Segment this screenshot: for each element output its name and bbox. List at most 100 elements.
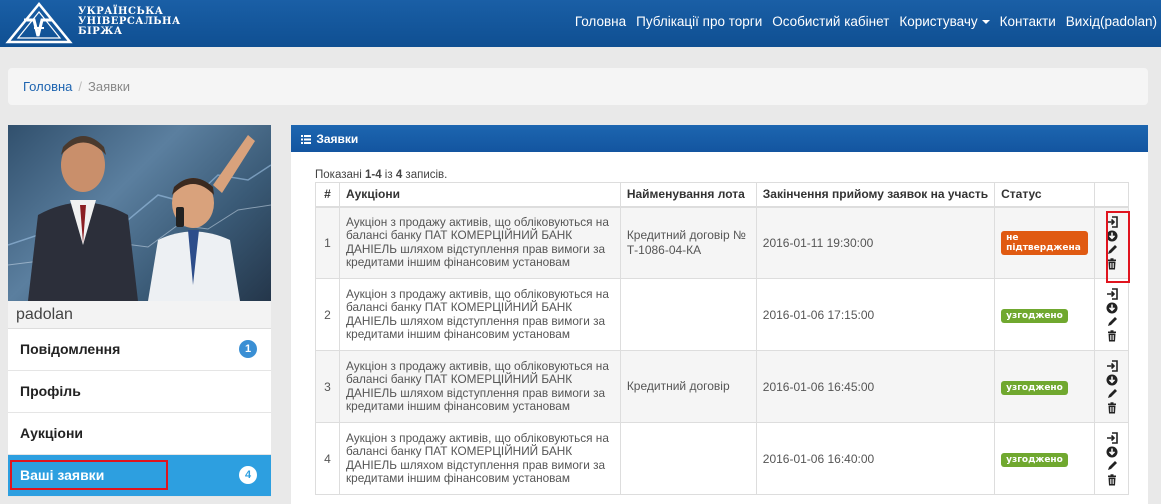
login-icon[interactable] [1106, 431, 1118, 444]
logo-text: УКРАЇНСЬКА УНІВЕРСАЛЬНА БІРЖА [78, 7, 181, 37]
status-badge: не підтверджена [1001, 230, 1089, 255]
trash-icon[interactable] [1106, 473, 1118, 486]
status-badge: узгоджено [1001, 308, 1068, 323]
sidebar-item-auctions[interactable]: Аукціони [8, 413, 271, 455]
records-summary: Показані 1-4 із 4 записів. [315, 169, 447, 181]
sidebar: padolan Повідомлення 1 Профіль Аукціони … [8, 125, 271, 504]
summary-prefix: Показані [315, 169, 365, 181]
row-lot-name [619, 278, 757, 351]
row-status-cell: не підтверджена [994, 206, 1096, 279]
table-header-row: # Аукціони Найменування лота Закінчення … [315, 182, 1129, 208]
row-actions [1094, 350, 1129, 423]
col-header-auctions[interactable]: Аукціони [338, 182, 621, 208]
action-icons [1095, 431, 1128, 486]
messages-count-badge: 1 [239, 340, 257, 358]
exchange-logo-icon [5, 2, 73, 44]
row-number: 1 [315, 206, 340, 279]
breadcrumb-home[interactable]: Головна [23, 79, 72, 94]
table-row: 2 Аукціон з продажу активів, що обліковую… [315, 278, 1129, 351]
col-header-lot[interactable]: Найменування лота [619, 182, 757, 208]
breadcrumb-separator: / [78, 79, 83, 94]
row-status-cell: узгоджено [994, 422, 1096, 495]
row-actions [1094, 422, 1129, 495]
summary-suffix: записів. [402, 169, 448, 181]
sidebar-item-your-bids[interactable]: Ваші заявки 4 [8, 455, 271, 497]
action-icons [1095, 287, 1128, 342]
row-auction-name[interactable]: Аукціон з продажу активів, що обліковуют… [338, 278, 621, 351]
row-lot-name [619, 422, 757, 495]
row-lot-name: Кредитний договір № Т-1086-04-КА [619, 206, 757, 279]
top-navbar: УКРАЇНСЬКА УНІВЕРСАЛЬНА БІРЖА Головна Пу… [0, 0, 1161, 47]
summary-range: 1-4 [364, 169, 382, 181]
trash-icon[interactable] [1106, 329, 1118, 342]
sidebar-item-profile[interactable]: Профіль [8, 371, 271, 413]
nav-user-label: Користувачу [899, 14, 978, 29]
download-icon[interactable] [1106, 302, 1118, 314]
row-deadline: 2016-01-11 19:30:00 [755, 206, 996, 279]
breadcrumb-current: Заявки [88, 79, 131, 94]
row-status-cell: узгоджено [994, 278, 1096, 351]
col-header-num[interactable]: # [315, 182, 340, 208]
nav-user-dropdown[interactable]: Користувачу [899, 14, 990, 29]
sidebar-item-label: Аукціони [20, 425, 84, 441]
breadcrumb: Головна / Заявки [8, 68, 1148, 105]
row-deadline: 2016-01-06 17:15:00 [755, 278, 996, 351]
login-icon[interactable] [1106, 287, 1118, 300]
col-header-actions [1094, 182, 1129, 208]
nav-cabinet[interactable]: Особистий кабінет [772, 14, 889, 29]
row-deadline: 2016-01-06 16:45:00 [755, 350, 996, 423]
nav-logout[interactable]: Вихід(padolan) [1066, 14, 1157, 29]
row-actions [1094, 206, 1129, 279]
row-lot-name: Кредитний договір [619, 350, 757, 423]
site-logo[interactable]: УКРАЇНСЬКА УНІВЕРСАЛЬНА БІРЖА [4, 2, 180, 44]
row-number: 2 [315, 278, 340, 351]
bids-table: # Аукціони Найменування лота Закінчення … [315, 182, 1129, 495]
nav-publications[interactable]: Публікації про торги [636, 14, 762, 29]
download-icon[interactable] [1106, 374, 1118, 386]
login-icon[interactable] [1106, 215, 1118, 228]
sidebar-item-label: Профіль [20, 383, 81, 399]
list-icon [301, 135, 311, 144]
nav-home[interactable]: Головна [575, 14, 626, 29]
summary-mid: із [381, 169, 396, 181]
row-auction-name[interactable]: Аукціон з продажу активів, що обліковуют… [338, 350, 621, 423]
row-auction-name[interactable]: Аукціон з продажу активів, що обліковуют… [338, 206, 621, 279]
edit-icon[interactable] [1106, 316, 1118, 328]
logo-line-3: БІРЖА [78, 26, 123, 37]
traders-photo-image [8, 135, 271, 301]
row-actions [1094, 278, 1129, 351]
edit-icon[interactable] [1106, 244, 1118, 256]
table-row: 1 Аукціон з продажу активів, що обліковую… [315, 206, 1129, 279]
profile-photo [8, 125, 271, 301]
row-auction-name[interactable]: Аукціон з продажу активів, що обліковуют… [338, 422, 621, 495]
row-number: 4 [315, 422, 340, 495]
col-header-deadline[interactable]: Закінчення прийому заявок на участь [755, 182, 996, 208]
nav-contacts[interactable]: Контакти [1000, 14, 1056, 29]
table-row: 4 Аукціон з продажу активів, що обліковую… [315, 422, 1129, 495]
action-icons [1095, 215, 1128, 270]
panel-heading: Заявки [291, 125, 1148, 152]
row-deadline: 2016-01-06 16:40:00 [755, 422, 996, 495]
download-icon[interactable] [1106, 230, 1118, 242]
trash-icon[interactable] [1106, 258, 1118, 270]
sidebar-item-label: Повідомлення [20, 341, 121, 357]
login-icon[interactable] [1106, 359, 1118, 372]
status-badge: узгоджено [1001, 452, 1068, 467]
col-header-status[interactable]: Статус [994, 182, 1096, 208]
row-number: 3 [315, 350, 340, 423]
panel-title: Заявки [316, 132, 359, 146]
profile-username: padolan [8, 301, 271, 329]
bids-count-badge: 4 [239, 466, 257, 484]
bids-panel: Заявки Показані 1-4 із 4 записів. # Аукц… [291, 125, 1148, 504]
trash-icon[interactable] [1106, 401, 1118, 414]
sidebar-item-messages[interactable]: Повідомлення 1 [8, 329, 271, 371]
status-badge: узгоджено [1001, 380, 1068, 395]
edit-icon[interactable] [1106, 388, 1118, 400]
main-nav: Головна Публікації про торги Особистий к… [565, 14, 1157, 29]
edit-icon[interactable] [1106, 460, 1118, 472]
row-status-cell: узгоджено [994, 350, 1096, 423]
table-row: 3 Аукціон з продажу активів, що обліковую… [315, 350, 1129, 423]
sidebar-item-label: Ваші заявки [20, 467, 105, 483]
action-icons [1095, 359, 1128, 414]
download-icon[interactable] [1106, 446, 1118, 458]
